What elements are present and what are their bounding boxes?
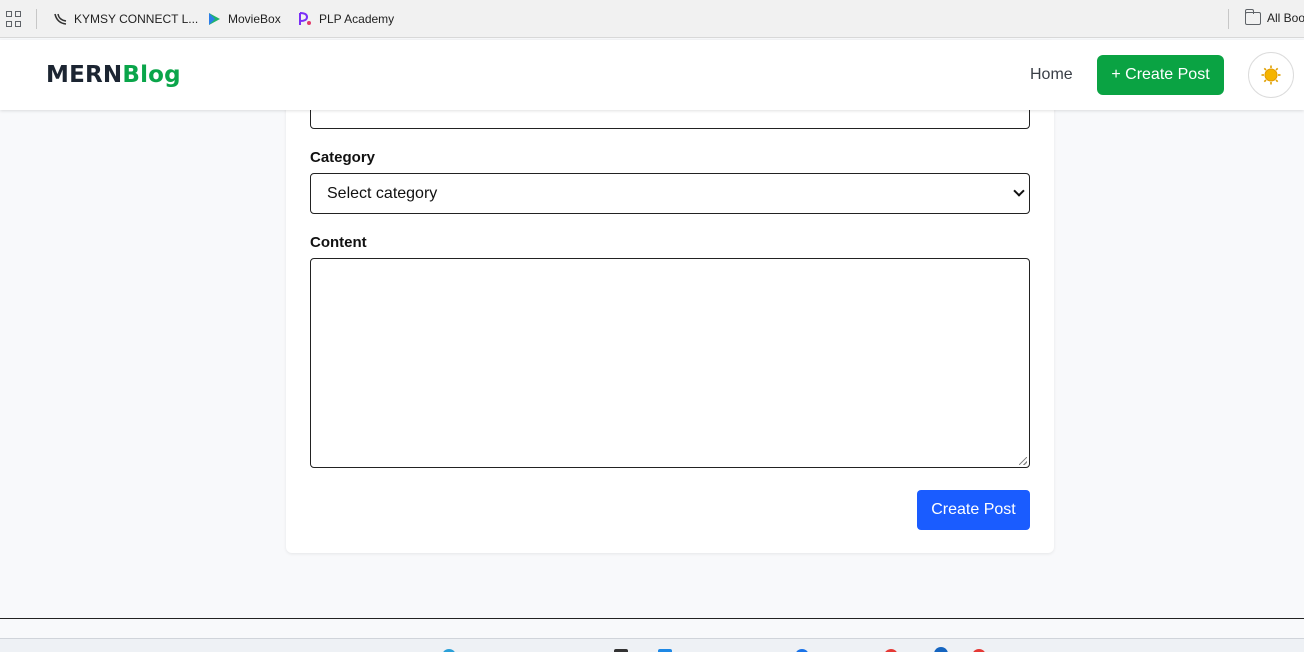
submit-create-post-button[interactable]: Create Post [917,490,1030,530]
navbar: MERNBlog Home + Create Post [0,40,1304,110]
theme-toggle-button[interactable] [1248,52,1294,98]
bookmarks-separator [36,9,37,29]
resize-handle-icon[interactable] [1019,457,1027,465]
category-label: Category [310,149,376,166]
moviebox-play-icon [206,11,222,27]
brand-blog: Blog [122,62,181,88]
bookmark-label: PLP Academy [319,12,395,26]
content-label: Content [310,234,367,251]
category-selected-value: Select category [327,184,438,202]
all-bookmarks-button[interactable]: All Boo [1244,8,1304,25]
kymsy-icon [52,11,68,27]
taskbar-app-icon[interactable] [934,647,948,652]
bookmark-label: MovieBox [228,12,281,26]
create-post-form-card: Category Select category Content Create … [286,40,1054,553]
bookmark-kymsy-connect[interactable]: KYMSY CONNECT L... [52,11,198,27]
plp-academy-icon [297,11,313,27]
content-textarea[interactable] [310,258,1030,468]
os-taskbar [0,638,1304,652]
bookmark-moviebox[interactable]: MovieBox [206,11,281,27]
bookmarks-bar: KYMSY CONNECT L... MovieBox PLP Academy … [0,0,1304,38]
bookmark-plp-academy[interactable]: PLP Academy [297,11,394,27]
brand-mern: MERN [46,62,123,88]
all-bookmarks-label: All Boo [1267,11,1304,25]
brand-logo[interactable]: MERNBlog [46,62,181,88]
chevron-down-icon [1013,185,1025,197]
folder-icon [1244,8,1261,25]
apps-grid-icon[interactable] [6,11,22,27]
category-select[interactable]: Select category [310,173,1030,214]
bookmark-label: KYMSY CONNECT L... [74,12,199,26]
bookmarks-separator [1228,9,1229,29]
sun-icon [1261,65,1281,85]
nav-create-post-button[interactable]: + Create Post [1097,55,1224,95]
page-divider [0,618,1304,619]
nav-home-link[interactable]: Home [1030,66,1073,84]
